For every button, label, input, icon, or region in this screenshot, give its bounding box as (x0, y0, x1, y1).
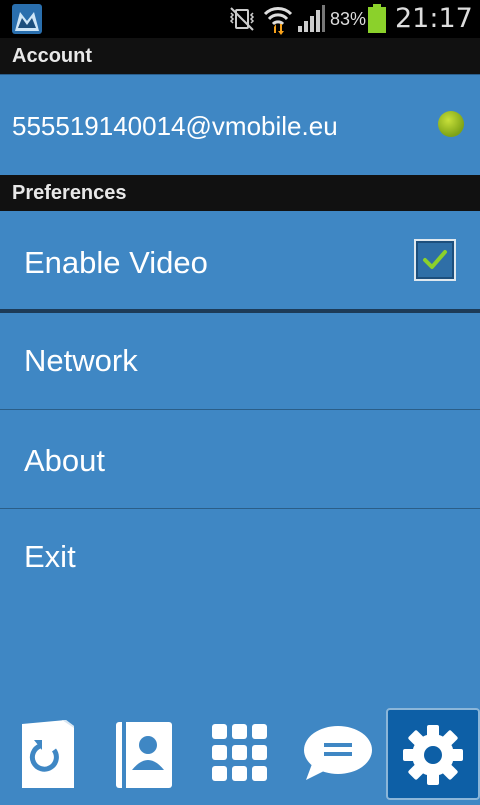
exit-label: Exit (24, 539, 76, 574)
nav-settings-button[interactable] (386, 708, 480, 800)
status-bar: 83% 21:17 (0, 0, 480, 38)
preferences-section-header: Preferences (0, 175, 480, 211)
account-section-header: Account (0, 38, 480, 74)
battery-percent: 83% (330, 9, 367, 29)
nav-call-history-button[interactable] (0, 708, 96, 800)
dialpad-icon (212, 724, 267, 781)
account-row[interactable]: 555519140014@vmobile.eu (0, 74, 480, 175)
chat-icon (304, 726, 372, 780)
app-logo-icon (12, 4, 42, 34)
call-history-icon (22, 720, 74, 788)
enable-video-row[interactable]: Enable Video (0, 211, 480, 310)
about-label: About (24, 443, 106, 478)
bottom-navigation (0, 708, 480, 800)
network-label: Network (24, 343, 138, 378)
account-address: 555519140014@vmobile.eu (12, 111, 338, 141)
settings-icon (403, 725, 463, 785)
network-row[interactable]: Network (0, 313, 480, 409)
about-row[interactable]: About (0, 410, 480, 508)
wifi-icon (263, 7, 293, 35)
signal-strength-icon (298, 5, 325, 32)
nav-dialpad-button[interactable] (192, 708, 288, 800)
checkmark-icon (423, 250, 447, 269)
battery-icon (368, 4, 386, 33)
vibrate-mute-icon (229, 7, 255, 31)
nav-chat-button[interactable] (288, 708, 384, 800)
nav-contacts-button[interactable] (96, 708, 192, 800)
enable-video-checkbox[interactable] (414, 239, 456, 281)
exit-row[interactable]: Exit (0, 509, 480, 605)
contacts-icon (116, 722, 172, 788)
account-status-indicator (438, 111, 464, 137)
clock: 21:17 (395, 3, 473, 34)
enable-video-label: Enable Video (24, 245, 208, 280)
